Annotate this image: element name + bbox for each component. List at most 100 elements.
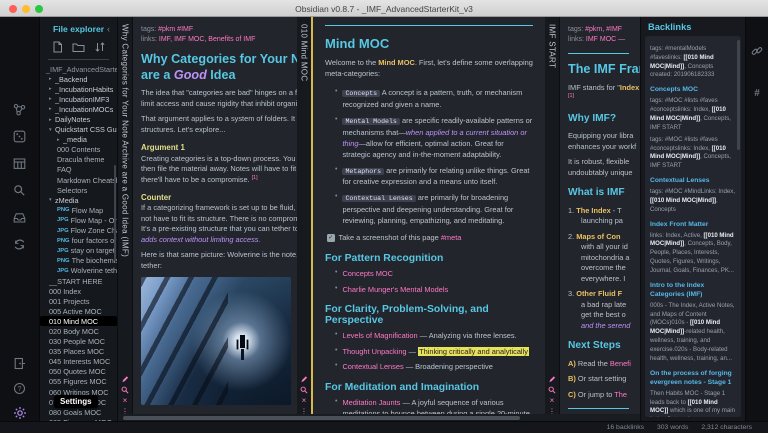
file-tree-item[interactable]: PNG The biochemistry of flow: [40, 256, 117, 266]
tag-link[interactable]: #pkm, #IMF: [585, 26, 622, 33]
backlink-file-link[interactable]: Index Front Matter: [650, 220, 735, 229]
file-tree-item[interactable]: 001 Projects: [40, 296, 117, 306]
note-link[interactable]: Contextual Lenses: [342, 362, 403, 371]
pane-header-010-mind-moc[interactable]: 010 Mind MOC × ⋮: [297, 17, 313, 421]
pane-header-why-categories[interactable]: Why Categories for Your Note Archive are…: [118, 17, 133, 421]
file-tree-item[interactable]: 010 Mind MOC: [40, 316, 117, 326]
backlink-snippet[interactable]: Then Habits MOC - Stage 1 leads back to …: [650, 390, 735, 417]
new-note-button[interactable]: [52, 41, 63, 53]
file-tree-item[interactable]: FAQ: [40, 165, 117, 175]
find-icon[interactable]: [120, 385, 130, 394]
section-heading: For Clarity, Problem-Solving, and Perspe…: [325, 304, 533, 326]
file-tree-item[interactable]: 055 Figures MOC: [40, 377, 117, 387]
file-tree-item[interactable]: ▸ _IncubationMOCs: [40, 104, 117, 114]
new-folder-button[interactable]: [72, 41, 85, 53]
file-tree-item[interactable]: 000 Contents: [40, 145, 117, 155]
note-link[interactable]: IMF, IMF MOC, Benefits of IMF: [159, 36, 255, 43]
file-tree-item[interactable]: ▸ DailyNotes: [40, 114, 117, 124]
file-tree-item[interactable]: ▸ _IncubationIMF3: [40, 94, 117, 104]
tag-link[interactable]: #meta: [441, 233, 462, 242]
text-segment: It's a pre-existing structure that you c…: [141, 224, 297, 233]
close-icon[interactable]: ×: [120, 396, 130, 405]
file-explorer-scrollbar[interactable]: [114, 165, 117, 261]
inbox-icon[interactable]: [12, 209, 28, 225]
file-tree-item[interactable]: Selectors: [40, 185, 117, 195]
backlink-snippet[interactable]: 000s - The Index, Active Notes, and Maps…: [650, 302, 735, 364]
vault-icon[interactable]: [12, 355, 28, 371]
search-icon[interactable]: [12, 182, 28, 198]
settings-gear-icon[interactable]: [12, 405, 28, 421]
text-line: there'll have to be a compromise. [1]: [141, 175, 297, 186]
backlink-file-link[interactable]: Intro to the Index Categories (IMF): [650, 281, 735, 299]
horizontal-scrollbar[interactable]: [118, 414, 640, 421]
tag-link[interactable]: #pkm #IMF: [158, 26, 193, 33]
backlink-snippet[interactable]: tags: #mentalModels #faveslinks: [[010 M…: [650, 45, 735, 80]
file-tree-item[interactable]: 050 Quotes MOC: [40, 367, 117, 377]
file-tree-item[interactable]: ▾ zMedia: [40, 195, 117, 205]
grid-icon[interactable]: [12, 155, 28, 171]
graph-icon[interactable]: [12, 101, 28, 117]
note-link[interactable]: The: [614, 390, 627, 399]
file-tree-item[interactable]: JPG Flow Map - Original: [40, 215, 117, 225]
filetype-badge: JPG: [57, 217, 69, 223]
file-tree-item[interactable]: Markdown Cheatsheet: [40, 175, 117, 185]
sort-button[interactable]: [94, 41, 106, 53]
file-tree-item[interactable]: JPG Flow Zone Channel: [40, 226, 117, 236]
backlink-file-link[interactable]: Concepts MOC: [650, 85, 735, 94]
file-tree-item[interactable]: 000 Index: [40, 286, 117, 296]
scrollbar-thumb[interactable]: [123, 416, 520, 420]
file-tree-item[interactable]: PNG four factors of flow: [40, 236, 117, 246]
note-link[interactable]: Thought Unpacking: [342, 347, 406, 356]
file-tree-item[interactable]: 045 Interests MOC: [40, 357, 117, 367]
note-link[interactable]: IMF MOC —: [586, 36, 625, 43]
file-tree-item[interactable]: __START HERE: [40, 276, 117, 286]
text-line: Why IMF?: [568, 112, 640, 126]
backlink-snippet[interactable]: tags: #MOC #lists #faves #conceptslinks:…: [650, 136, 735, 171]
note-link[interactable]: Concepts MOC: [342, 269, 393, 278]
note-link[interactable]: Meditation Jaunts: [342, 398, 400, 407]
backlink-snippet[interactable]: tags: #MOC #MindLinks: Index, [[010 Mind…: [650, 188, 735, 214]
text-segment: tags: #MOC #lists #faves #conceptslinks:…: [650, 136, 718, 152]
note-link[interactable]: Levels of Magnification: [342, 331, 417, 340]
file-tree-item[interactable]: 035 Places MOC: [40, 347, 117, 357]
file-tree-item[interactable]: Dracula theme: [40, 155, 117, 165]
note-link[interactable]: Benefi: [610, 359, 631, 368]
file-tree-item[interactable]: ▸ _IncubationHabits: [40, 84, 117, 94]
file-tree-item[interactable]: 020 Body MOC: [40, 326, 117, 336]
note-link[interactable]: Charlie Munger's Mental Models: [342, 285, 448, 294]
backlink-file-link[interactable]: On the process of forging evergreen note…: [650, 369, 735, 387]
file-tree-item[interactable]: ▸ _media: [40, 135, 117, 145]
checkbox[interactable]: ✓: [327, 234, 335, 242]
collapse-sidebar-icon[interactable]: ‹: [107, 24, 112, 34]
file-tree-item[interactable]: 030 People MOC: [40, 337, 117, 347]
sync-icon[interactable]: [12, 236, 28, 252]
edit-icon[interactable]: [547, 374, 557, 383]
edit-icon[interactable]: [299, 374, 309, 383]
text-segment: Maps of Con: [576, 232, 620, 241]
backlinks-link-icon[interactable]: [749, 43, 765, 59]
file-tree-item[interactable]: _IMF_AdvancedStarterKit_v3: [40, 64, 117, 74]
close-icon[interactable]: ×: [547, 396, 557, 405]
file-tree-item[interactable]: ▾ Quickstart CSS Guide: [40, 125, 117, 135]
footnote-ref[interactable]: [1]: [252, 175, 258, 181]
dice-icon[interactable]: [12, 128, 28, 144]
find-icon[interactable]: [299, 385, 309, 394]
file-tree-item[interactable]: JPG Wolverine tethered: [40, 266, 117, 276]
file-tree-item[interactable]: PNG Flow Map: [40, 205, 117, 215]
close-icon[interactable]: ×: [299, 396, 309, 405]
find-icon[interactable]: [547, 385, 557, 394]
backlink-snippet[interactable]: tags: #MOC #lists #faves #conceptslinks:…: [650, 97, 735, 132]
edit-icon[interactable]: [120, 374, 130, 383]
tags-hash-icon[interactable]: #: [749, 85, 765, 101]
file-tree-item[interactable]: 080 Goals MOC: [40, 407, 117, 417]
backlink-file-link[interactable]: Contextual Lenses: [650, 176, 735, 185]
text-segment: Good: [174, 68, 207, 82]
help-icon[interactable]: ?: [12, 380, 28, 396]
file-tree-item[interactable]: 005 Active MOC: [40, 306, 117, 316]
pane-header-imf-start[interactable]: IMF START × ⋮: [545, 17, 560, 421]
backlink-snippet[interactable]: links: Index, Active, [[010 Mind MOC|Min…: [650, 232, 735, 276]
footnote-ref[interactable]: [1]: [568, 93, 574, 99]
file-tree-item[interactable]: ▸ _Backend: [40, 74, 117, 84]
backlinks-scrollbar[interactable]: [737, 40, 740, 150]
file-tree-item[interactable]: JPG stay on target: [40, 246, 117, 256]
